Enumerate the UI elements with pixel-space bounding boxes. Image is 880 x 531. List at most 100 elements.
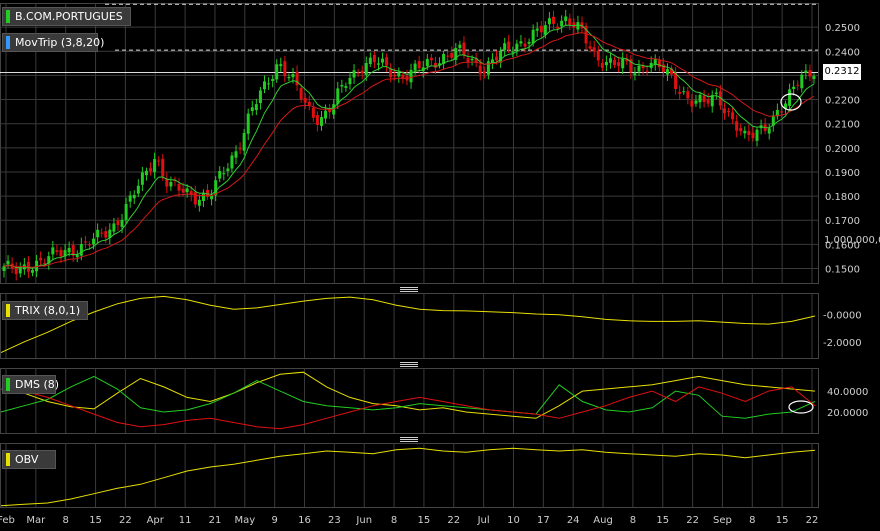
candle-body bbox=[519, 41, 523, 44]
candle-body bbox=[271, 78, 275, 81]
candle-body bbox=[739, 127, 743, 132]
candle-body bbox=[678, 91, 682, 94]
x-tick-label: 9 bbox=[271, 515, 277, 526]
candle-body bbox=[169, 181, 173, 187]
candle-body bbox=[226, 168, 230, 172]
candle-body bbox=[275, 64, 279, 80]
candle-body bbox=[51, 247, 55, 255]
candle-body bbox=[665, 69, 669, 75]
candle-body bbox=[250, 107, 254, 112]
candle-body bbox=[462, 42, 466, 56]
candle-body bbox=[657, 60, 661, 68]
candle-body bbox=[218, 171, 222, 179]
candle-body bbox=[592, 47, 596, 52]
x-tick-label: 15 bbox=[776, 515, 789, 526]
candle-body bbox=[608, 58, 612, 63]
candle-body bbox=[503, 43, 507, 51]
legend-obv[interactable]: OBV bbox=[2, 450, 56, 469]
candle-body bbox=[702, 95, 706, 102]
candle-body bbox=[311, 107, 315, 118]
candle-body bbox=[210, 195, 214, 200]
candle-body bbox=[385, 57, 389, 66]
candle-body bbox=[128, 195, 132, 202]
candle-body bbox=[714, 92, 718, 94]
candle-body bbox=[731, 112, 735, 120]
candle-body bbox=[779, 111, 783, 113]
candle-body bbox=[336, 88, 340, 104]
candle-body bbox=[633, 73, 637, 76]
candle-body bbox=[201, 192, 205, 201]
candle-body bbox=[617, 62, 621, 67]
candle-body bbox=[735, 121, 739, 131]
legend-dms[interactable]: DMS (8) bbox=[2, 375, 60, 394]
pane-resize-handle-dms[interactable] bbox=[400, 362, 418, 367]
legend-trix-swatch bbox=[6, 304, 10, 317]
candle-body bbox=[238, 148, 242, 150]
chart-canvas[interactable]: Feb Mar 8 15 22 Apr 11 21 May 9 16 23 Jun 8 15 22 Jul 10 1… bbox=[0, 0, 880, 531]
candle-body bbox=[83, 241, 87, 243]
legend-main-series[interactable]: B.COM.PORTUGUES bbox=[2, 7, 131, 26]
legend-ma-label: MovTrip (3,8,20) bbox=[15, 36, 105, 49]
candle-body bbox=[568, 18, 572, 26]
x-tick-label: 15 bbox=[89, 515, 102, 526]
candle-body bbox=[246, 113, 250, 134]
dms-tick-label: 40.0000 bbox=[827, 387, 868, 398]
x-tick-label: May bbox=[234, 515, 255, 526]
candle-body bbox=[96, 229, 100, 238]
candle-body bbox=[352, 70, 356, 78]
x-tick-label: 21 bbox=[209, 515, 222, 526]
candle-body bbox=[181, 188, 185, 193]
candle-body bbox=[267, 83, 271, 85]
candle-body bbox=[425, 58, 429, 67]
candle-body bbox=[303, 97, 307, 103]
candle-body bbox=[79, 244, 83, 256]
y-tick-label: 0.1900 bbox=[825, 168, 860, 179]
x-tick-label: 15 bbox=[656, 515, 669, 526]
candle-body bbox=[144, 170, 148, 176]
candle-body bbox=[556, 26, 560, 29]
x-tick-label: 11 bbox=[179, 515, 192, 526]
candle-body bbox=[67, 247, 71, 253]
candle-body bbox=[743, 130, 747, 134]
candle-body bbox=[2, 266, 6, 271]
candle-body bbox=[242, 133, 246, 151]
candle-body bbox=[157, 160, 161, 162]
candle-body bbox=[433, 62, 437, 68]
candle-body bbox=[39, 257, 43, 261]
legend-moving-average[interactable]: MovTrip (3,8,20) bbox=[2, 33, 104, 52]
candle-body bbox=[576, 22, 580, 30]
candle-body bbox=[153, 159, 157, 173]
legend-trix-label: TRIX (8,0,1) bbox=[15, 304, 81, 317]
candle-body bbox=[490, 59, 494, 63]
candle-body bbox=[348, 77, 352, 85]
candle-body bbox=[527, 41, 531, 44]
candle-body bbox=[458, 44, 462, 49]
candle-body bbox=[177, 183, 181, 191]
candle-body bbox=[112, 223, 116, 232]
candle-body bbox=[381, 58, 385, 63]
pane-resize-handle-trix[interactable] bbox=[400, 287, 418, 292]
candle-body bbox=[193, 192, 197, 205]
candle-body bbox=[788, 89, 792, 106]
candle-body bbox=[690, 100, 694, 107]
pane-resize-handle-obv[interactable] bbox=[400, 437, 418, 442]
dms-tick-label: 20.0000 bbox=[827, 408, 868, 419]
candle-body bbox=[376, 63, 380, 65]
legend-obv-label: OBV bbox=[15, 453, 39, 466]
obv-tick-label: 1,000,000,0 bbox=[824, 235, 880, 246]
candle-body bbox=[515, 43, 519, 50]
legend-dms-label: DMS (8) bbox=[15, 378, 60, 391]
candle-body bbox=[287, 77, 291, 79]
candle-body bbox=[450, 52, 454, 58]
candle-body bbox=[413, 63, 417, 71]
candle-body bbox=[75, 254, 79, 258]
candle-body bbox=[429, 57, 433, 61]
x-tick-label: Aug bbox=[593, 515, 613, 526]
candle-body bbox=[222, 173, 226, 175]
candle-body bbox=[279, 64, 283, 67]
legend-trix[interactable]: TRIX (8,0,1) bbox=[2, 301, 88, 320]
candle-body bbox=[149, 168, 153, 172]
x-tick-label: 22 bbox=[119, 515, 132, 526]
x-tick-label: Mar bbox=[26, 515, 46, 526]
candle-body bbox=[722, 108, 726, 114]
